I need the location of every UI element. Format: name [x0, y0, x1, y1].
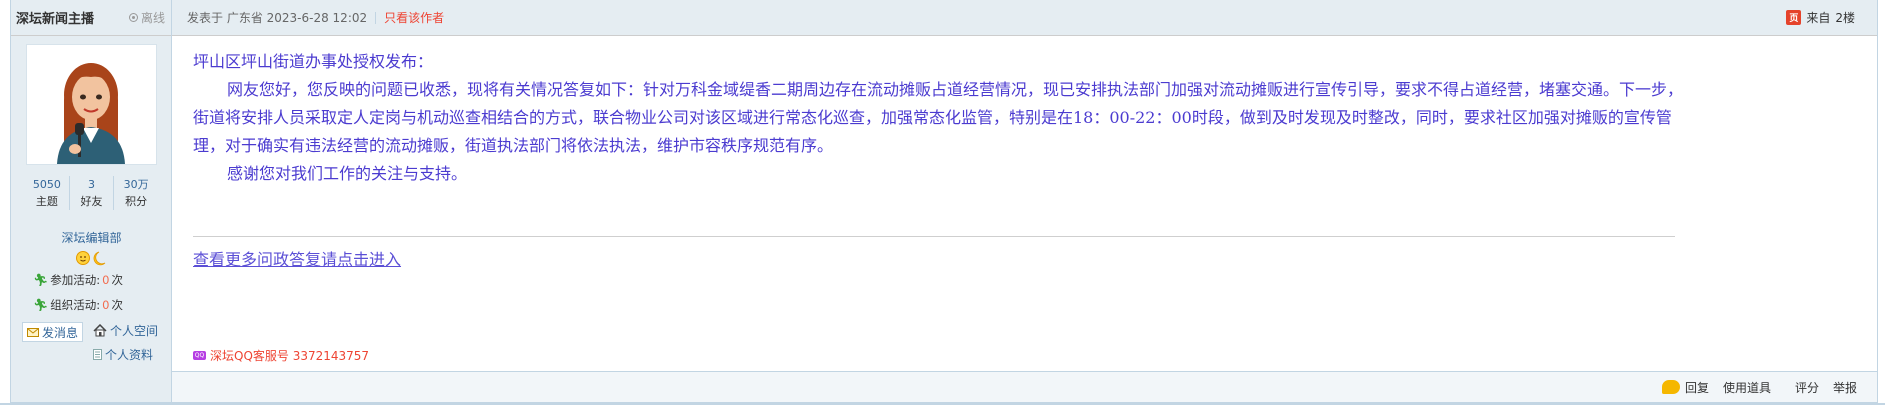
- stat-value: 30万: [123, 178, 149, 191]
- post-footer: 回复 使用道具 评分 举报: [172, 371, 1877, 402]
- reply-bubble-icon: [1661, 380, 1680, 394]
- avatar[interactable]: [26, 44, 157, 165]
- qq-icon: QQ: [193, 351, 206, 360]
- post-main: 发表于 广东省 2023-6-28 12:02 只看该作者 页 来自 2楼 坪山…: [172, 0, 1877, 402]
- personal-space-label: 个人空间: [110, 324, 159, 338]
- source-label: 来自: [1806, 11, 1831, 25]
- use-tool-button[interactable]: 使用道具: [1723, 379, 1771, 396]
- post-content: 坪山区坪山街道办事处授权发布： 网友您好，您反映的问题已收悉，现将有关情况答复如…: [193, 48, 1683, 188]
- stat-friends[interactable]: 3 好友: [68, 176, 114, 210]
- activity-unit: 次: [111, 273, 123, 287]
- stat-label: 积分: [125, 195, 148, 208]
- avatar-image: [27, 45, 156, 164]
- status-label: 离线: [140, 11, 165, 25]
- sun-moon-icon: [75, 251, 105, 266]
- content-paragraph: 网友您好，您反映的问题已收悉，现将有关情况答复如下：针对万科金域缇香二期周边存在…: [193, 80, 1684, 155]
- post-date: 发表于 广东省 2023-6-28 12:02: [187, 11, 368, 25]
- floor-info: 页 来自 2楼: [1786, 9, 1855, 26]
- user-group[interactable]: 深坛编辑部: [11, 229, 172, 246]
- qq-service-label: 深坛QQ客服号 3372143757: [210, 349, 370, 363]
- runner-icon: 🏃︎: [33, 273, 49, 287]
- medal-icons: [11, 250, 172, 270]
- personal-profile-link[interactable]: 个人资料: [93, 346, 153, 363]
- content-thanks: 感谢您对我们工作的关注与支持。: [227, 164, 468, 183]
- activity-label: 参加活动:: [50, 273, 101, 287]
- stat-label: 主题: [35, 195, 58, 208]
- author-name[interactable]: 深坛新闻主播: [16, 8, 94, 27]
- runner-icon: 🏃︎: [33, 298, 49, 312]
- send-message-button[interactable]: 发消息: [22, 322, 84, 342]
- post-container: 深坛新闻主播 离线 5050 主题 3 好友 30万 积分 深坛编辑部 🏃︎ 参…: [10, 0, 1878, 403]
- stat-value: 3: [88, 178, 95, 191]
- stat-value: 5050: [32, 178, 61, 191]
- personal-space-link[interactable]: 个人空间: [93, 322, 158, 339]
- more-replies-link[interactable]: 查看更多问政答复请点击进入: [193, 246, 401, 270]
- reply-label: 回复: [1684, 380, 1709, 395]
- report-button[interactable]: 举报: [1833, 379, 1857, 396]
- activity-organized: 🏃︎ 组织活动: 0 次: [33, 297, 123, 313]
- activity-label: 组织活动:: [50, 298, 101, 312]
- reply-button[interactable]: 回复: [1661, 379, 1709, 396]
- content-divider: [193, 236, 1675, 237]
- stat-threads[interactable]: 5050 主题: [25, 176, 69, 210]
- stat-points[interactable]: 30万 积分: [113, 176, 158, 210]
- floor-number[interactable]: 2楼: [1835, 9, 1855, 26]
- personal-profile-label: 个人资料: [105, 348, 154, 362]
- envelope-icon: [27, 327, 39, 337]
- post-header: 发表于 广东省 2023-6-28 12:02 只看该作者 页 来自 2楼: [172, 0, 1877, 36]
- author-stats: 5050 主题 3 好友 30万 积分: [25, 176, 158, 210]
- qq-service[interactable]: QQ 深坛QQ客服号 3372143757: [193, 347, 369, 364]
- stat-label: 好友: [80, 195, 103, 208]
- profile-card-icon: [93, 349, 102, 360]
- activity-count: 0: [102, 273, 110, 287]
- author-sidebar: 深坛新闻主播 离线 5050 主题 3 好友 30万 积分 深坛编辑部 🏃︎ 参…: [11, 0, 172, 402]
- rate-button[interactable]: 评分: [1795, 379, 1819, 396]
- home-icon: [93, 324, 107, 337]
- source-icon: 页: [1786, 10, 1802, 25]
- activity-joined: 🏃︎ 参加活动: 0 次: [33, 272, 123, 288]
- content-heading: 坪山区坪山街道办事处授权发布：: [193, 52, 434, 71]
- post-meta: 发表于 广东省 2023-6-28 12:02 只看该作者: [187, 9, 444, 26]
- activity-unit: 次: [111, 298, 123, 312]
- activity-count: 0: [102, 298, 110, 312]
- author-only-link[interactable]: 只看该作者: [384, 9, 444, 26]
- author-status: 离线: [128, 9, 165, 26]
- separator: [375, 11, 377, 24]
- offline-icon: [128, 13, 138, 22]
- author-header: 深坛新闻主播 离线: [11, 0, 171, 36]
- send-message-label: 发消息: [42, 325, 79, 340]
